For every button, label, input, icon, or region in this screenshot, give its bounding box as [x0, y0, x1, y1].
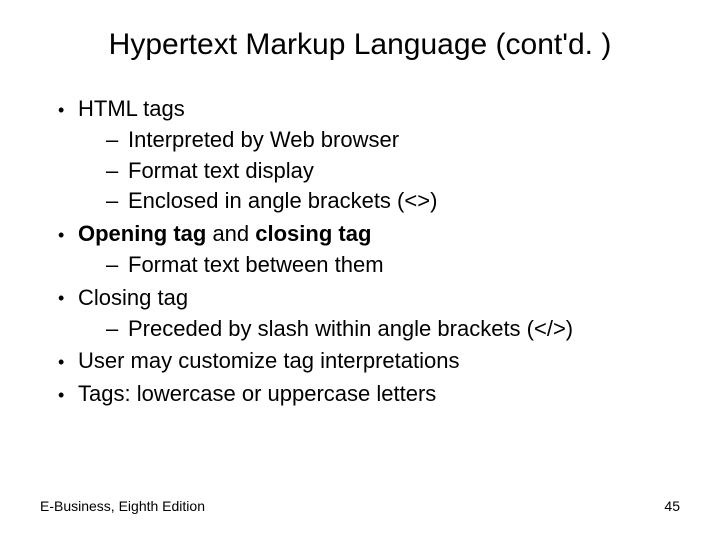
bullet-opening-closing-tag: Opening tag and closing tag Format text …: [58, 219, 680, 281]
bullet-customize: User may customize tag interpretations: [58, 346, 680, 377]
bullet-html-tags: HTML tags Interpreted by Web browser For…: [58, 94, 680, 217]
bullet-text: User may customize tag interpretations: [78, 348, 460, 373]
bullet-text: Tags: lowercase or uppercase letters: [78, 381, 436, 406]
footer-page-number: 45: [664, 498, 680, 514]
slide-title: Hypertext Markup Language (cont'd. ): [40, 28, 680, 62]
bold-closing-tag: closing tag: [255, 221, 371, 246]
subbullet-interpreted: Interpreted by Web browser: [106, 125, 680, 156]
subbullet-text: Enclosed in angle brackets (<>): [128, 188, 437, 213]
bullet-text: HTML tags: [78, 96, 185, 121]
subbullet-angle-brackets: Enclosed in angle brackets (<>): [106, 186, 680, 217]
subbullet-text: Preceded by slash within angle brackets …: [128, 316, 573, 341]
subbullet-text: Format text between them: [128, 252, 384, 277]
subbullet-text: Interpreted by Web browser: [128, 127, 399, 152]
subbullet-text: Format text display: [128, 158, 314, 183]
text-and: and: [206, 221, 255, 246]
bullet-closing-tag: Closing tag Preceded by slash within ang…: [58, 283, 680, 345]
slide-footer: E-Business, Eighth Edition 45: [40, 498, 680, 514]
bullet-case: Tags: lowercase or uppercase letters: [58, 379, 680, 410]
bullet-text: Closing tag: [78, 285, 188, 310]
subbullet-preceded-slash: Preceded by slash within angle brackets …: [106, 314, 680, 345]
footer-source: E-Business, Eighth Edition: [40, 498, 205, 514]
bold-opening-tag: Opening tag: [78, 221, 206, 246]
subbullet-format-between: Format text between them: [106, 250, 680, 281]
subbullet-format-display: Format text display: [106, 156, 680, 187]
slide-body: HTML tags Interpreted by Web browser For…: [40, 94, 680, 410]
